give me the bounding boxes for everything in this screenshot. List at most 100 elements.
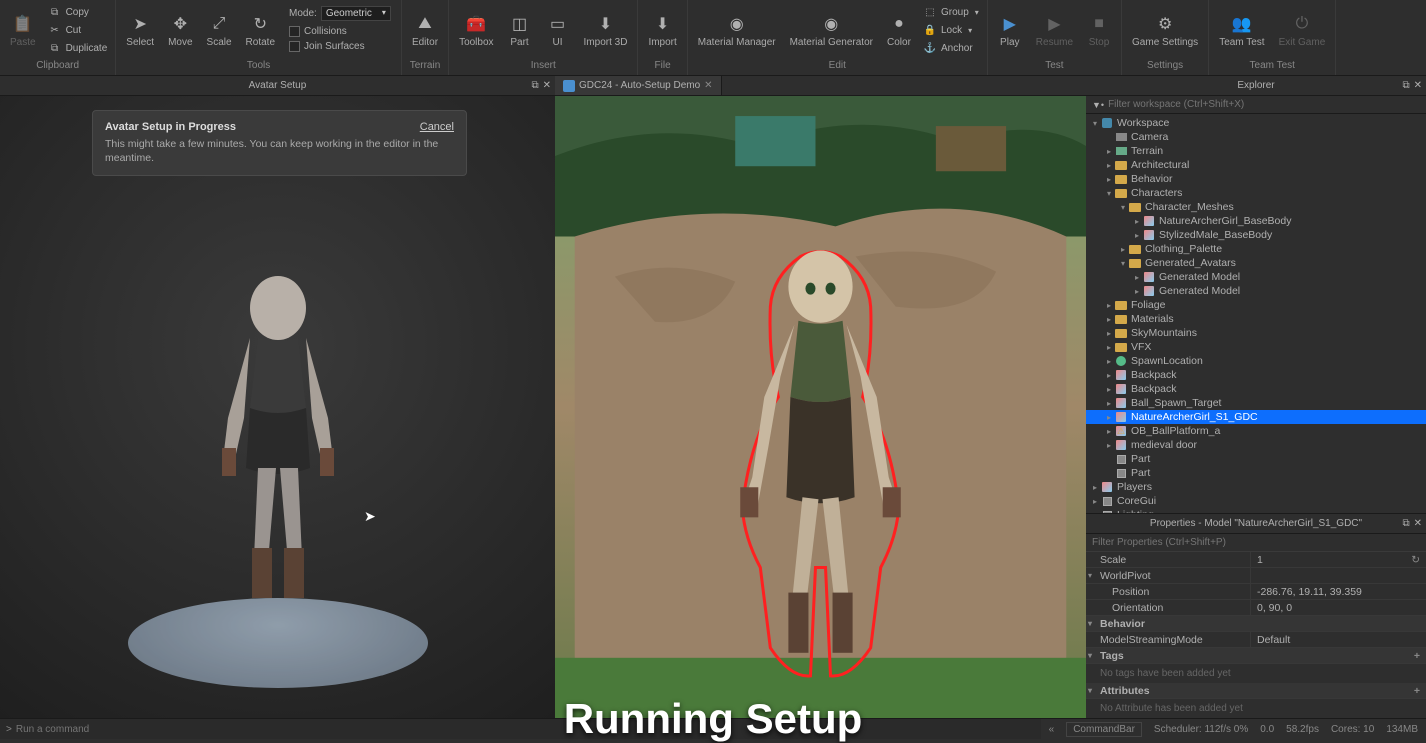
color-button[interactable]: ●Color <box>881 2 917 58</box>
insert-group: 🧰Toolbox ◫Part ▭UI ⬇Import 3D Insert <box>449 0 638 75</box>
tree-item[interactable]: Architectural <box>1086 158 1426 172</box>
paste-button[interactable]: 📋 Paste <box>4 2 42 58</box>
tree-item[interactable]: Characters <box>1086 186 1426 200</box>
part-button[interactable]: ◫Part <box>502 2 538 58</box>
tree-item[interactable]: SpawnLocation <box>1086 354 1426 368</box>
group-icon: ⬚ <box>923 5 937 19</box>
edit-group: ◉Material Manager ◉Material Generator ●C… <box>688 0 988 75</box>
move-icon: ✥ <box>169 13 191 35</box>
tree-item[interactable]: Part <box>1086 466 1426 480</box>
scene-tab[interactable]: GDC24 - Auto-Setup Demo ✕ <box>555 76 722 95</box>
rotate-button[interactable]: ↻Rotate <box>240 2 281 58</box>
undock-icon[interactable]: ⧉ <box>1402 518 1409 529</box>
close-icon[interactable]: ✕ <box>543 80 551 91</box>
explorer-filter: ▼• <box>1086 96 1426 114</box>
property-row[interactable]: ModelStreamingModeDefault <box>1086 632 1426 648</box>
lock-button[interactable]: 🔒Lock▾ <box>919 22 983 38</box>
note-text: No Attribute has been added yet <box>1086 699 1426 718</box>
tree-item[interactable]: Ball_Spawn_Target <box>1086 396 1426 410</box>
property-row[interactable]: ▾Attributes+ <box>1086 683 1426 699</box>
undock-icon[interactable]: ⧉ <box>531 80 538 91</box>
copy-button[interactable]: ⧉Copy <box>44 4 112 20</box>
cancel-link[interactable]: Cancel <box>420 121 454 133</box>
import3d-button[interactable]: ⬇Import 3D <box>578 2 634 58</box>
color-icon: ● <box>888 13 910 35</box>
material-gen-icon: ◉ <box>820 13 842 35</box>
add-icon[interactable]: + <box>1414 685 1420 697</box>
tree-item[interactable]: Players <box>1086 480 1426 494</box>
tree-item[interactable]: Foliage <box>1086 298 1426 312</box>
tree-item[interactable]: Backpack <box>1086 382 1426 396</box>
resume-button[interactable]: ▶Resume <box>1030 2 1079 58</box>
tree-item[interactable]: Character_Meshes <box>1086 200 1426 214</box>
anchor-button[interactable]: ⚓Anchor <box>919 40 983 56</box>
explorer-tree[interactable]: WorkspaceCameraTerrainArchitecturalBehav… <box>1086 114 1426 513</box>
close-icon[interactable]: ✕ <box>1414 80 1422 91</box>
place-icon <box>563 80 575 92</box>
property-row[interactable]: Orientation0, 90, 0 <box>1086 600 1426 616</box>
close-tab-icon[interactable]: ✕ <box>704 80 712 91</box>
terrain-editor-button[interactable]: ⛰Editor <box>406 2 444 58</box>
scene-viewport[interactable] <box>555 96 1086 718</box>
tree-item[interactable]: ⚠OB_BallPlatform_a <box>1086 424 1426 438</box>
commandbar-label[interactable]: CommandBar <box>1066 722 1142 737</box>
tree-item[interactable]: StylizedMale_BaseBody <box>1086 228 1426 242</box>
expand-icon[interactable]: « <box>1049 724 1055 735</box>
property-row[interactable]: Position-286.76, 19.11, 39.359 <box>1086 584 1426 600</box>
tree-item[interactable]: medieval door <box>1086 438 1426 452</box>
tree-item[interactable]: Generated_Avatars <box>1086 256 1426 270</box>
terrain-group: ⛰Editor Terrain <box>402 0 449 75</box>
tree-item[interactable]: VFX <box>1086 340 1426 354</box>
join-surfaces-checkbox[interactable]: Join Surfaces <box>287 40 393 53</box>
property-row[interactable]: ▾Behavior <box>1086 616 1426 632</box>
collisions-checkbox[interactable]: Collisions <box>287 25 393 38</box>
tree-item[interactable]: Terrain <box>1086 144 1426 158</box>
tree-item[interactable]: Materials <box>1086 312 1426 326</box>
properties-filter <box>1086 534 1426 552</box>
duplicate-button[interactable]: ⧉Duplicate <box>44 40 112 56</box>
property-row[interactable]: Scale1↻ <box>1086 552 1426 568</box>
tree-item[interactable]: Behavior <box>1086 172 1426 186</box>
add-icon[interactable]: + <box>1414 650 1420 662</box>
properties-filter-input[interactable] <box>1092 537 1420 548</box>
import-button[interactable]: ⬇Import <box>642 2 682 58</box>
property-row[interactable]: ▾Tags+ <box>1086 648 1426 664</box>
explorer-filter-input[interactable] <box>1108 99 1420 110</box>
property-row[interactable]: ▾WorldPivot <box>1086 568 1426 584</box>
tree-item[interactable]: NatureArcherGirl_S1_GDC <box>1086 410 1426 424</box>
game-settings-button[interactable]: ⚙Game Settings <box>1126 2 1204 58</box>
scale-button[interactable]: ⤢Scale <box>201 2 238 58</box>
tree-item[interactable]: SkyMountains <box>1086 326 1426 340</box>
tree-item[interactable]: Part <box>1086 452 1426 466</box>
material-icon: ◉ <box>726 13 748 35</box>
toolbox-button[interactable]: 🧰Toolbox <box>453 2 499 58</box>
tree-item[interactable]: Generated Model <box>1086 270 1426 284</box>
play-button[interactable]: ▶Play <box>992 2 1028 58</box>
tree-item[interactable]: CoreGui <box>1086 494 1426 508</box>
tree-item[interactable]: NatureArcherGirl_BaseBody <box>1086 214 1426 228</box>
exit-game-button[interactable]: ⏻Exit Game <box>1273 2 1332 58</box>
material-generator-button[interactable]: ◉Material Generator <box>784 2 879 58</box>
team-test-button[interactable]: 👥Team Test <box>1213 2 1270 58</box>
tree-item[interactable]: Backpack <box>1086 368 1426 382</box>
tree-item[interactable]: Workspace <box>1086 116 1426 130</box>
mode-selector[interactable]: Mode:Geometric <box>287 4 393 23</box>
ui-button[interactable]: ▭UI <box>540 2 576 58</box>
close-icon[interactable]: ✕ <box>1414 518 1422 529</box>
tree-item[interactable]: Clothing_Palette <box>1086 242 1426 256</box>
material-manager-button[interactable]: ◉Material Manager <box>692 2 782 58</box>
undock-icon[interactable]: ⧉ <box>1402 80 1409 91</box>
tree-item[interactable]: Generated Model <box>1086 284 1426 298</box>
avatar-viewport[interactable]: Cancel Avatar Setup in Progress This mig… <box>0 96 555 718</box>
select-button[interactable]: ➤Select <box>120 2 160 58</box>
cut-icon: ✂ <box>48 23 62 37</box>
cut-button[interactable]: ✂Cut <box>44 22 112 38</box>
stop-button[interactable]: ■Stop <box>1081 2 1117 58</box>
tree-item[interactable]: Camera <box>1086 130 1426 144</box>
scale-icon: ⤢ <box>208 13 230 35</box>
time-stat: 0.0 <box>1260 724 1274 735</box>
group-button[interactable]: ⬚Group▾ <box>919 4 983 20</box>
move-button[interactable]: ✥Move <box>162 2 198 58</box>
anchor-icon: ⚓ <box>923 41 937 55</box>
refresh-icon[interactable]: ↻ <box>1411 554 1420 566</box>
